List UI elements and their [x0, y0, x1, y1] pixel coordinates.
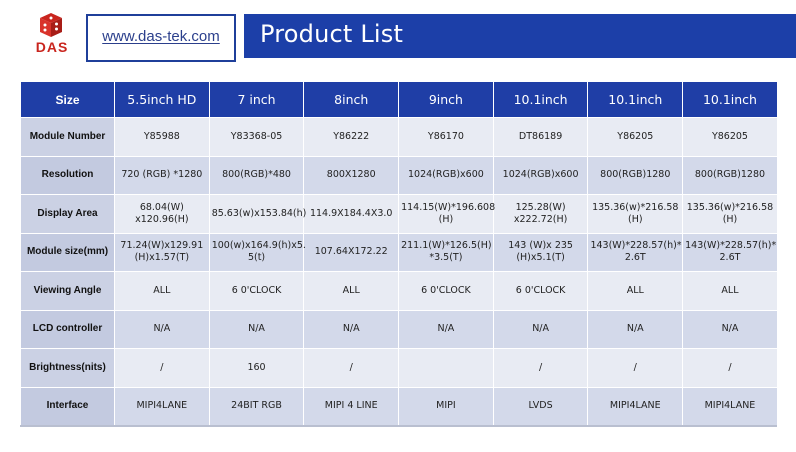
- row-label: Module Number: [20, 117, 115, 157]
- column-header: 7 inch: [208, 81, 305, 118]
- table-cell: 720 (RGB) *1280: [114, 155, 210, 195]
- table-cell: Y86205: [682, 117, 778, 157]
- table-cell: /: [682, 348, 778, 388]
- website-box[interactable]: www.das-tek.com: [86, 14, 236, 62]
- row-label: Module size(mm): [20, 232, 115, 272]
- table-cell: Y86205: [587, 117, 684, 157]
- table-cell: 100(w)x164.9(h)x5. 5(t): [208, 232, 306, 272]
- website-link[interactable]: www.das-tek.com: [88, 28, 234, 45]
- table-cell: /: [492, 348, 589, 388]
- table-cell: N/A: [398, 309, 494, 349]
- table-cell: /: [587, 348, 684, 388]
- table-cell: ALL: [682, 271, 778, 311]
- table-cell: 24BIT RGB: [208, 386, 305, 426]
- column-header: 10.1inch: [682, 81, 778, 118]
- table-cell: 800X1280: [303, 155, 400, 195]
- table-row: LCD controller N/A N/A N/A N/A N/A N/A N/A: [20, 309, 778, 349]
- table-cell: N/A: [114, 309, 210, 349]
- table-cell: 1024(RGB)x600: [398, 155, 494, 195]
- table-cell: MIPI4LANE: [114, 386, 210, 426]
- table-cell: 71.24(W)x129.91 (H)x1.57(T): [114, 232, 210, 272]
- table-cell: 143(W)*228.57(h)* 2.6T: [682, 232, 778, 272]
- table-cell: [398, 348, 494, 388]
- table-cell: /: [114, 348, 210, 388]
- page-title: Product List: [260, 20, 404, 48]
- table-cell: 211.1(W)*126.5(H) *3.5(T): [398, 232, 494, 272]
- table-row: Resolution 720 (RGB) *1280 800(RGB)*480 800…: [20, 155, 778, 195]
- logo-text: DAS: [35, 39, 69, 55]
- table-cell: 1024(RGB)x600: [492, 155, 589, 195]
- table-cell: 143 (W)x 235 (H)x5.1(T): [492, 232, 589, 272]
- row-label: Resolution: [20, 155, 115, 195]
- table-cell: N/A: [587, 309, 684, 349]
- table-cell: MIPI: [398, 386, 494, 426]
- table-cell: ALL: [587, 271, 684, 311]
- table-header-row: Size 5.5inch HD 7 inch 8inch 9inch 10.1i…: [20, 81, 778, 118]
- table-cell: Y86170: [398, 117, 494, 157]
- table-cell: 800(RGB)1280: [587, 155, 684, 195]
- table-cell: Y83368-05: [208, 117, 305, 157]
- table-cell: 6 0'CLOCK: [208, 271, 305, 311]
- table-row: Viewing Angle ALL 6 0'CLOCK ALL 6 0'CLOCK 6 0…: [20, 271, 778, 311]
- table-row: Brightness(nits)/160// / /: [20, 348, 778, 388]
- row-label: Display Area: [20, 194, 115, 234]
- table-cell: Y85988: [114, 117, 210, 157]
- column-header: 5.5inch HD: [114, 81, 210, 118]
- table-cell: 800(RGB)*480: [208, 155, 305, 195]
- table-cell: LVDS: [492, 386, 589, 426]
- table-cell: 6 0'CLOCK: [398, 271, 494, 311]
- table-row: Module Number Y85988 Y83368-05 Y86222 Y86170…: [20, 117, 778, 157]
- table-cell: ALL: [303, 271, 400, 311]
- column-header: 10.1inch: [587, 81, 684, 118]
- table-row: Display Area 68.04(W) x120.96(H) 85.63(w)x…: [20, 194, 778, 234]
- column-header: 8inch: [303, 81, 400, 118]
- table-cell: Y86222: [303, 117, 400, 157]
- row-label: Brightness(nits): [20, 348, 115, 388]
- product-table: Size 5.5inch HD 7 inch 8inch 9inch 10.1i…: [20, 81, 778, 426]
- table-cell: 160: [208, 348, 305, 388]
- table-cell: MIPI4LANE: [682, 386, 778, 426]
- table-cell: ALL: [114, 271, 210, 311]
- table-cell: DT86189: [492, 117, 589, 157]
- table-cell: 68.04(W) x120.96(H): [114, 194, 210, 234]
- table-cell: 114.9X184.4X3.0: [303, 194, 400, 234]
- table-cell: 135.36(w)*216.58 (H): [682, 194, 778, 234]
- table-cell: 114.15(W)*196.608 (H): [398, 194, 495, 234]
- title-banner: Product List: [244, 14, 796, 58]
- table-cell: /: [303, 348, 400, 388]
- product-table-container: Size 5.5inch HD 7 inch 8inch 9inch 10.1i…: [20, 81, 778, 426]
- table-row: Module size(mm) 71.24(W)x129.91 (H)x1.57(…: [20, 232, 778, 272]
- table-row: Interface MIPI4LANE 24BIT RGB MIPI 4 LINE MI…: [20, 386, 778, 426]
- table-cell: 135.36(w)*216.58 (H): [587, 194, 684, 234]
- table-cell: 6 0'CLOCK: [492, 271, 589, 311]
- bottom-divider: [20, 425, 777, 427]
- table-cell: MIPI4LANE: [587, 386, 684, 426]
- table-cell: 85.63(w)x153.84(h): [208, 194, 306, 234]
- table-cell: 143(W)*228.57(h)* 2.6T: [587, 232, 684, 272]
- cube-logo-icon: [40, 13, 62, 37]
- column-header: Size: [20, 81, 115, 118]
- row-label: Viewing Angle: [20, 271, 115, 311]
- table-cell: N/A: [303, 309, 400, 349]
- column-header: 9inch: [398, 81, 494, 118]
- row-label: Interface: [20, 386, 115, 426]
- table-cell: 107.64X172.22: [303, 232, 400, 272]
- table-cell: 800(RGB)1280: [682, 155, 778, 195]
- table-cell: N/A: [492, 309, 589, 349]
- column-header: 10.1inch: [492, 81, 589, 118]
- row-label: LCD controller: [20, 309, 115, 349]
- table-cell: 125.28(W) x222.72(H): [492, 194, 589, 234]
- table-cell: MIPI 4 LINE: [303, 386, 400, 426]
- das-logo: DAS: [28, 12, 76, 62]
- table-cell: N/A: [208, 309, 305, 349]
- table-cell: N/A: [682, 309, 778, 349]
